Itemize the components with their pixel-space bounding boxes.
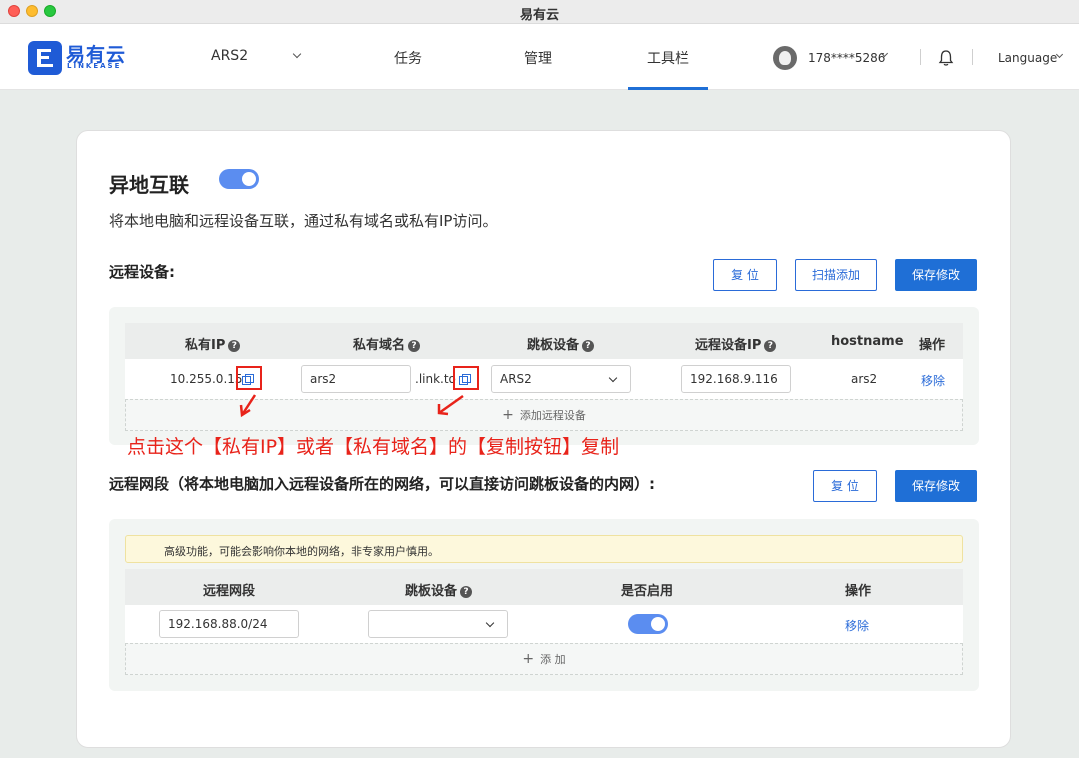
remote-devices-title: 远程设备:	[109, 263, 175, 281]
column-header-jump-device: 跳板设备?	[527, 334, 595, 353]
remote-ip-input[interactable]: 192.168.9.116	[681, 365, 791, 393]
top-nav: 易有云 LINKEASE ARS2 任务 管理 工具栏 178****5286 …	[0, 24, 1079, 90]
jump-device-value: ARS2	[500, 372, 532, 386]
private-ip-value: 10.255.0.15	[170, 372, 243, 386]
arrow-icon	[239, 394, 257, 418]
devices-table-header: 私有IP? 私有域名? 跳板设备? 远程设备IP? hostname 操作	[125, 323, 963, 359]
divider	[972, 49, 973, 65]
column-header-actions: 操作	[919, 338, 946, 353]
help-icon[interactable]: ?	[582, 340, 595, 352]
page-description: 将本地电脑和远程设备互联，通过私有域名或私有IP访问。	[109, 212, 498, 230]
column-header-jump-device: 跳板设备?	[405, 580, 473, 599]
interconnect-toggle[interactable]	[219, 169, 259, 189]
warning-text: 高级功能，可能会影响你本地的网络，非专家用户慎用。	[164, 545, 439, 558]
plus-icon: +	[522, 651, 535, 667]
remote-subnets-title: 远程网段（将本地电脑加入远程设备所在的网络，可以直接访问跳板设备的内网）:	[109, 475, 656, 493]
table-row: 192.168.88.0/24 移除	[125, 605, 963, 643]
chevron-down-icon	[485, 618, 495, 628]
device-selector-label: ARS2	[211, 48, 249, 64]
subnet-input[interactable]: 192.168.88.0/24	[159, 610, 299, 638]
jump-device-select[interactable]: ARS2	[491, 365, 631, 393]
column-header-actions: 操作	[845, 584, 872, 599]
remote-devices-panel: 私有IP? 私有域名? 跳板设备? 远程设备IP? hostname 操作 10…	[109, 307, 979, 445]
remove-subnet-link[interactable]: 移除	[845, 617, 869, 634]
nav-tab-manage[interactable]: 管理	[524, 48, 552, 68]
window-title: 易有云	[519, 8, 559, 23]
annotation-text: 点击这个【私有IP】或者【私有域名】的【复制按钮】复制	[127, 436, 620, 458]
device-selector[interactable]: ARS2	[211, 48, 248, 64]
reset-subnets-button[interactable]: 复 位	[813, 470, 877, 502]
add-subnet-label: 添 加	[540, 653, 566, 666]
chevron-down-icon	[608, 373, 618, 383]
scan-add-button[interactable]: 扫描添加	[795, 259, 877, 291]
help-icon[interactable]: ?	[764, 340, 777, 352]
nav-tab-toolbar[interactable]: 工具栏	[647, 48, 689, 68]
column-header-remote-ip: 远程设备IP?	[695, 334, 777, 353]
page-title: 异地互联	[109, 173, 189, 197]
user-avatar[interactable]	[773, 46, 797, 70]
save-subnets-button[interactable]: 保存修改	[895, 470, 977, 502]
window-titlebar: 易有云	[0, 0, 1079, 24]
domain-suffix: .link.to	[415, 372, 456, 386]
nav-tab-tasks[interactable]: 任务	[394, 48, 422, 68]
column-header-subnet: 远程网段	[203, 584, 256, 599]
column-header-hostname: hostname	[831, 334, 904, 349]
subnet-jump-device-select[interactable]	[368, 610, 508, 638]
language-selector[interactable]: Language	[998, 51, 1057, 65]
logo-subtext: LINKEASE	[67, 62, 122, 70]
divider	[920, 49, 921, 65]
subnets-table-header: 远程网段 跳板设备? 是否启用 操作	[125, 569, 963, 605]
chevron-down-icon[interactable]	[292, 49, 302, 59]
logo-icon	[28, 41, 62, 75]
highlight-box	[236, 366, 262, 390]
column-header-private-ip: 私有IP?	[185, 334, 241, 353]
help-icon[interactable]: ?	[460, 586, 473, 598]
main-card: 异地互联 将本地电脑和远程设备互联，通过私有域名或私有IP访问。 远程设备: 复…	[76, 130, 1011, 748]
subnet-enabled-toggle[interactable]	[628, 614, 668, 634]
arrow-icon	[437, 394, 464, 416]
plus-icon: +	[502, 407, 514, 423]
column-header-enabled: 是否启用	[621, 584, 674, 599]
domain-prefix-input[interactable]: ars2	[301, 365, 411, 393]
remove-device-link[interactable]: 移除	[921, 372, 945, 389]
reset-devices-button[interactable]: 复 位	[713, 259, 777, 291]
warning-banner: 高级功能，可能会影响你本地的网络，非专家用户慎用。	[125, 535, 963, 563]
add-remote-device-label: 添加远程设备	[519, 409, 586, 422]
hostname-value: ars2	[851, 372, 878, 386]
user-account-label[interactable]: 178****5286	[808, 51, 885, 65]
highlight-box	[453, 366, 479, 390]
column-header-private-domain: 私有域名?	[353, 334, 421, 353]
bell-icon[interactable]	[938, 49, 954, 67]
active-tab-indicator	[628, 87, 708, 90]
add-subnet-button[interactable]: + 添 加	[125, 643, 963, 675]
help-icon[interactable]: ?	[408, 340, 421, 352]
help-icon[interactable]: ?	[228, 340, 241, 352]
remote-subnets-panel: 高级功能，可能会影响你本地的网络，非专家用户慎用。 远程网段 跳板设备? 是否启…	[109, 519, 979, 691]
save-devices-button[interactable]: 保存修改	[895, 259, 977, 291]
